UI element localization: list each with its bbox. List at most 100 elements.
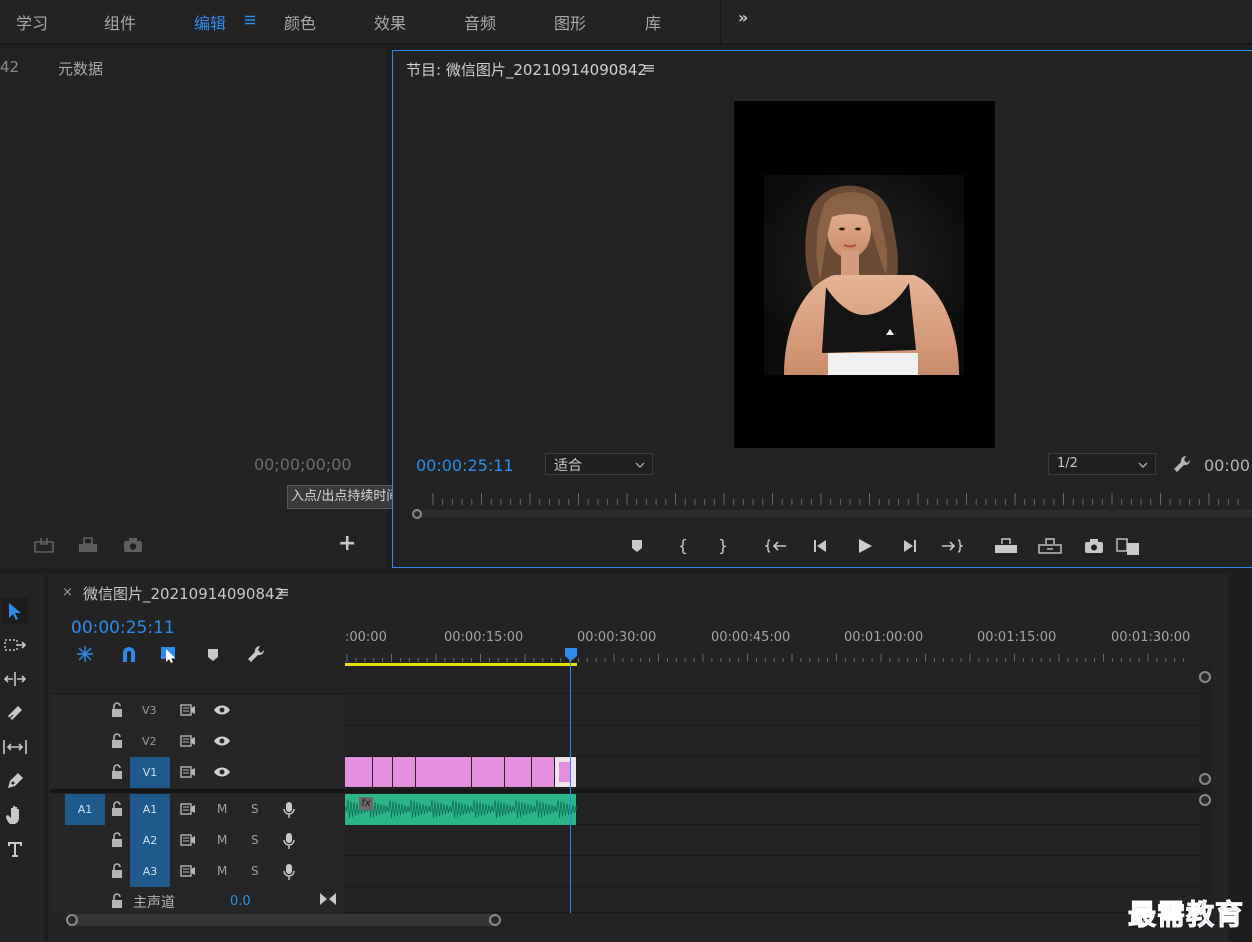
video-clip-segment[interactable]	[345, 757, 372, 787]
workspace-tab-libraries[interactable]: 库	[645, 10, 661, 34]
playhead-line[interactable]	[570, 648, 571, 913]
scroll-handle[interactable]	[1199, 794, 1211, 806]
solo-button[interactable]: S	[251, 833, 259, 847]
video-clip-segment[interactable]	[416, 757, 471, 787]
microphone-icon[interactable]	[282, 801, 298, 818]
pen-tool-icon[interactable]	[2, 768, 28, 794]
program-timecode[interactable]: 00:00:25:11	[416, 456, 514, 475]
microphone-icon[interactable]	[282, 863, 298, 880]
selection-tool-icon[interactable]	[2, 598, 28, 624]
metadata-tab[interactable]: 元数据	[58, 58, 103, 79]
hand-tool-icon[interactable]	[2, 802, 28, 828]
workspace-tab-effects[interactable]: 效果	[374, 10, 406, 34]
sync-lock-icon[interactable]	[180, 801, 196, 817]
lock-icon[interactable]	[110, 702, 126, 718]
playhead-marker[interactable]	[564, 647, 578, 661]
wrench-icon[interactable]	[1171, 454, 1193, 474]
eye-icon[interactable]	[213, 733, 230, 749]
monitor-ruler[interactable]	[423, 491, 1252, 511]
eye-icon[interactable]	[213, 702, 230, 718]
go-to-edit-point-icon[interactable]	[319, 891, 336, 907]
lock-icon[interactable]	[110, 832, 126, 848]
vertical-scrollbar[interactable]	[1199, 667, 1211, 913]
resolution-select[interactable]: 1/2	[1048, 453, 1156, 475]
eye-icon[interactable]	[213, 764, 230, 780]
step-back-icon[interactable]	[811, 537, 831, 555]
solo-button[interactable]: S	[251, 802, 259, 816]
workspace-tab-audio[interactable]: 音频	[464, 10, 496, 34]
fit-select[interactable]: 适合	[545, 453, 653, 475]
lift-icon[interactable]	[993, 537, 1019, 555]
video-clip-segment[interactable]	[505, 757, 531, 787]
mute-button[interactable]: M	[217, 802, 227, 816]
add-marker-icon[interactable]	[205, 646, 221, 664]
step-forward-icon[interactable]	[899, 537, 919, 555]
lock-icon[interactable]	[110, 764, 126, 780]
lock-icon[interactable]	[110, 733, 126, 749]
go-to-in-icon[interactable]	[765, 537, 789, 555]
track-target-a3[interactable]: A3	[130, 856, 170, 887]
master-volume-value[interactable]: 0.0	[230, 894, 251, 909]
camera-icon[interactable]	[122, 536, 144, 554]
sequence-tab[interactable]: 微信图片_20210914090842	[83, 583, 284, 604]
sync-lock-icon[interactable]	[180, 764, 196, 780]
workspace-tab-learn[interactable]: 学习	[16, 10, 48, 34]
video-clip-segment[interactable]	[532, 757, 554, 787]
playhead-handle[interactable]	[412, 509, 422, 519]
scroll-handle[interactable]	[1199, 773, 1211, 785]
video-audio-divider[interactable]	[50, 789, 1200, 793]
workspace-tab-color[interactable]: 颜色	[284, 10, 316, 34]
linked-selection-icon[interactable]	[158, 644, 182, 664]
close-sequence-button[interactable]: ×	[62, 585, 73, 600]
timeline-settings-wrench-icon[interactable]	[245, 644, 267, 664]
video-clip-segment[interactable]	[472, 757, 504, 787]
mute-button[interactable]: M	[217, 833, 227, 847]
export-frame-icon[interactable]	[1083, 537, 1105, 555]
track-select-tool-icon[interactable]	[2, 632, 28, 658]
sync-lock-icon[interactable]	[180, 832, 196, 848]
source-patch-a1[interactable]: A1	[65, 794, 105, 825]
insert-icon[interactable]	[32, 536, 56, 554]
microphone-icon[interactable]	[282, 832, 298, 849]
workspace-menu-icon[interactable]	[244, 14, 256, 26]
workspace-tab-graphics[interactable]: 图形	[554, 10, 586, 34]
sync-lock-icon[interactable]	[180, 702, 196, 718]
sync-lock-icon[interactable]	[180, 733, 196, 749]
go-to-out-icon[interactable]	[939, 537, 963, 555]
snap-magnet-icon[interactable]	[118, 644, 140, 664]
scroll-handle[interactable]	[1199, 671, 1211, 683]
nest-sequence-icon[interactable]	[74, 644, 96, 664]
mark-in-icon[interactable]: {	[675, 535, 691, 555]
slip-tool-icon[interactable]	[2, 734, 28, 760]
sync-lock-icon[interactable]	[180, 863, 196, 879]
lock-icon[interactable]	[110, 893, 126, 909]
video-clip-segment[interactable]	[393, 757, 415, 787]
mute-button[interactable]: M	[217, 864, 227, 878]
lock-icon[interactable]	[110, 801, 126, 817]
track-target-v1[interactable]: V1	[130, 757, 170, 788]
panel-tab-truncated[interactable]: 42	[0, 58, 19, 76]
add-button[interactable]: +	[338, 531, 356, 556]
razor-tool-icon[interactable]	[2, 700, 28, 726]
mark-out-icon[interactable]: }	[715, 535, 731, 555]
overwrite-icon[interactable]	[76, 536, 100, 554]
zoom-scrollbar[interactable]	[417, 510, 1252, 518]
video-clip-segment[interactable]	[373, 757, 392, 787]
workspace-tab-editing[interactable]: 编辑	[194, 10, 226, 34]
type-tool-icon[interactable]	[2, 836, 28, 862]
audio-clip-body[interactable]	[345, 794, 576, 825]
lock-icon[interactable]	[110, 863, 126, 879]
zoom-handle-left[interactable]	[66, 914, 78, 926]
marker-icon[interactable]	[629, 537, 645, 555]
timeline-timecode[interactable]: 00:00:25:11	[71, 618, 175, 638]
track-target-a2[interactable]: A2	[130, 825, 170, 856]
workspace-overflow-button[interactable]: »	[738, 8, 748, 27]
extract-icon[interactable]	[1037, 537, 1063, 555]
timeline-menu-icon[interactable]: ≡	[277, 583, 290, 601]
audio-clip[interactable]	[345, 794, 577, 825]
workspace-tab-assembly[interactable]: 组件	[104, 10, 136, 34]
track-target-a1[interactable]: A1	[130, 794, 170, 825]
compare-view-icon[interactable]	[1115, 537, 1141, 557]
ripple-edit-tool-icon[interactable]	[2, 666, 28, 692]
zoom-scroll-bar[interactable]	[68, 914, 500, 926]
